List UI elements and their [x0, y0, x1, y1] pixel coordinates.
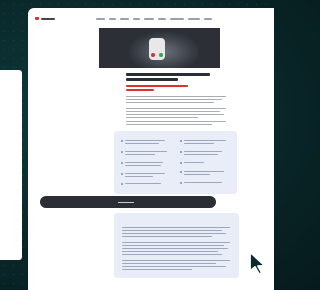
feature-card [114, 131, 237, 194]
nav-link[interactable] [133, 18, 140, 20]
bullet-icon [121, 173, 123, 175]
side-panel [0, 70, 22, 260]
bullet-icon [121, 162, 123, 164]
bullet-icon [121, 140, 123, 142]
hero-image [99, 28, 220, 68]
phone-accept-icon [159, 53, 163, 57]
nav-links [96, 18, 212, 20]
click-pointer-icon [234, 236, 274, 276]
nav-link[interactable] [96, 18, 105, 20]
bullet-icon [180, 151, 182, 153]
text-block-card [114, 213, 239, 278]
bullet-icon [121, 183, 123, 185]
bullet-icon [180, 171, 182, 173]
nav-link[interactable] [188, 18, 200, 20]
nav-link[interactable] [158, 18, 166, 20]
nav-link[interactable] [204, 18, 212, 20]
bullet-icon [180, 140, 182, 142]
bullet-icon [180, 182, 182, 184]
top-navigation [28, 8, 274, 28]
nav-link[interactable] [109, 18, 116, 20]
phone-hangup-icon [151, 53, 155, 57]
nav-link[interactable] [144, 18, 154, 20]
bullet-icon [180, 162, 182, 164]
nav-link[interactable] [120, 18, 129, 20]
notification-banner[interactable] [40, 196, 216, 208]
nav-link[interactable] [170, 18, 184, 20]
bullet-icon [121, 151, 123, 153]
brand-logo-icon[interactable] [35, 17, 55, 20]
